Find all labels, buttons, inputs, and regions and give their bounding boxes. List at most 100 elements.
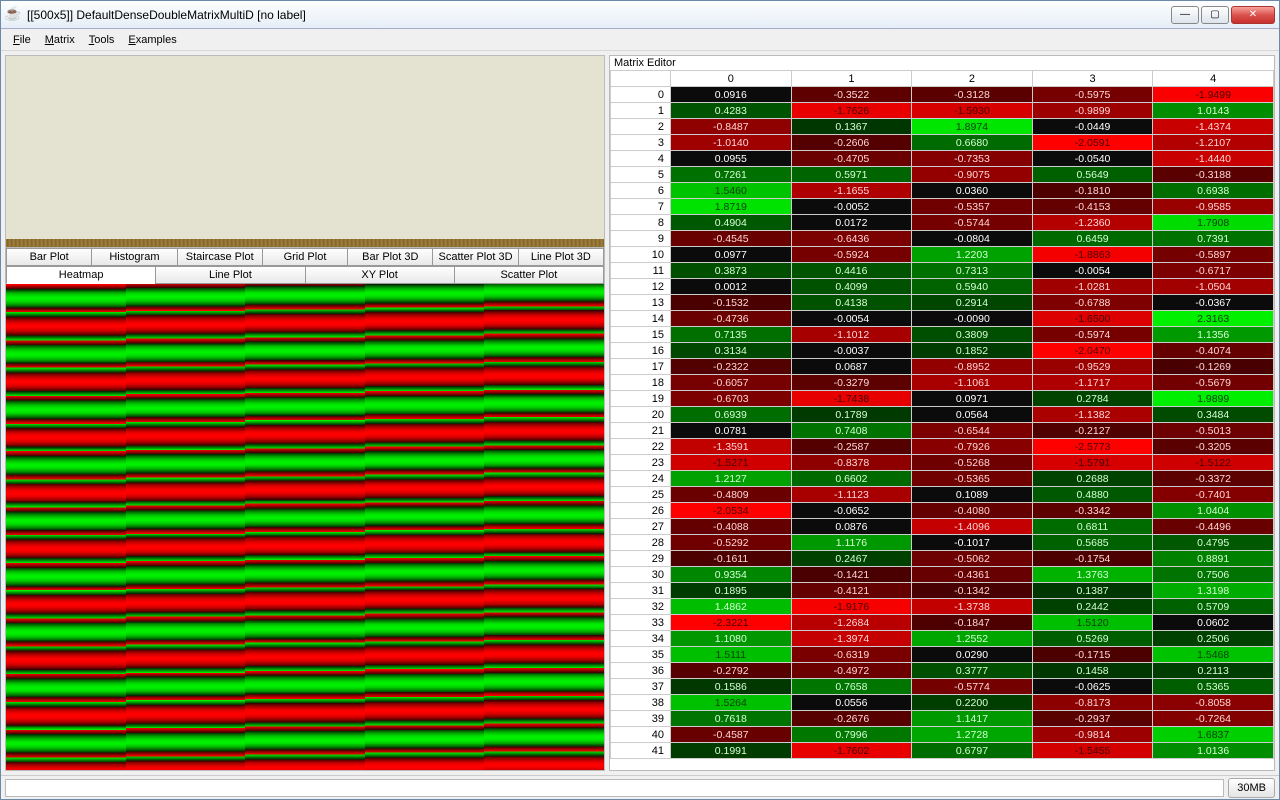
- matrix-cell[interactable]: -0.4496: [1153, 519, 1274, 535]
- matrix-cell[interactable]: 0.0564: [912, 407, 1033, 423]
- matrix-cell[interactable]: 0.3809: [912, 327, 1033, 343]
- tab-scatter-plot-3d[interactable]: Scatter Plot 3D: [432, 248, 517, 266]
- matrix-cell[interactable]: 1.2203: [912, 247, 1033, 263]
- matrix-cell[interactable]: 0.0360: [912, 183, 1033, 199]
- matrix-cell[interactable]: -0.5365: [912, 471, 1033, 487]
- matrix-cell[interactable]: 1.5468: [1153, 647, 1274, 663]
- matrix-cell[interactable]: -0.2322: [671, 359, 792, 375]
- matrix-cell[interactable]: 0.5709: [1153, 599, 1274, 615]
- matrix-cell[interactable]: -0.0652: [791, 503, 912, 519]
- matrix-cell[interactable]: 0.3134: [671, 343, 792, 359]
- matrix-table-scroll[interactable]: 0123400.0916-0.3522-0.3128-0.5975-1.9499…: [610, 70, 1274, 770]
- matrix-cell[interactable]: -0.8378: [791, 455, 912, 471]
- matrix-cell[interactable]: -0.4121: [791, 583, 912, 599]
- matrix-cell[interactable]: 1.5111: [671, 647, 792, 663]
- matrix-cell[interactable]: 0.5649: [1032, 167, 1153, 183]
- matrix-cell[interactable]: 1.5460: [671, 183, 792, 199]
- row-header[interactable]: 25: [611, 487, 671, 503]
- matrix-cell[interactable]: -0.3128: [912, 87, 1033, 103]
- matrix-cell[interactable]: 0.6602: [791, 471, 912, 487]
- matrix-cell[interactable]: 0.7391: [1153, 231, 1274, 247]
- matrix-cell[interactable]: 0.1895: [671, 583, 792, 599]
- matrix-cell[interactable]: -0.5013: [1153, 423, 1274, 439]
- matrix-cell[interactable]: 0.5685: [1032, 535, 1153, 551]
- matrix-cell[interactable]: -0.0054: [1032, 263, 1153, 279]
- matrix-cell[interactable]: -1.0140: [671, 135, 792, 151]
- matrix-cell[interactable]: -0.9075: [912, 167, 1033, 183]
- matrix-cell[interactable]: -1.1382: [1032, 407, 1153, 423]
- matrix-cell[interactable]: -0.1847: [912, 615, 1033, 631]
- tab-histogram[interactable]: Histogram: [91, 248, 176, 266]
- row-header[interactable]: 31: [611, 583, 671, 599]
- matrix-cell[interactable]: -0.3205: [1153, 439, 1274, 455]
- tab-bar-plot-3d[interactable]: Bar Plot 3D: [347, 248, 432, 266]
- row-header[interactable]: 10: [611, 247, 671, 263]
- row-header[interactable]: 8: [611, 215, 671, 231]
- matrix-cell[interactable]: 0.1458: [1032, 663, 1153, 679]
- matrix-cell[interactable]: -1.7626: [791, 103, 912, 119]
- matrix-cell[interactable]: 0.5971: [791, 167, 912, 183]
- matrix-cell[interactable]: -0.5774: [912, 679, 1033, 695]
- matrix-cell[interactable]: -0.4587: [671, 727, 792, 743]
- matrix-cell[interactable]: 0.0556: [791, 695, 912, 711]
- matrix-cell[interactable]: 0.7261: [671, 167, 792, 183]
- matrix-cell[interactable]: -1.6500: [1032, 311, 1153, 327]
- matrix-cell[interactable]: -0.5357: [912, 199, 1033, 215]
- close-button[interactable]: ✕: [1231, 6, 1275, 24]
- matrix-cell[interactable]: 0.2467: [791, 551, 912, 567]
- col-header[interactable]: 1: [791, 71, 912, 87]
- menu-examples[interactable]: Examples: [122, 32, 182, 48]
- matrix-cell[interactable]: -0.2937: [1032, 711, 1153, 727]
- matrix-cell[interactable]: -0.3188: [1153, 167, 1274, 183]
- matrix-cell[interactable]: -0.4705: [791, 151, 912, 167]
- matrix-cell[interactable]: -1.5271: [671, 455, 792, 471]
- maximize-button[interactable]: ▢: [1201, 6, 1229, 24]
- tab-bar-plot[interactable]: Bar Plot: [6, 248, 91, 266]
- tab-heatmap[interactable]: Heatmap: [6, 266, 155, 284]
- matrix-cell[interactable]: -0.0367: [1153, 295, 1274, 311]
- matrix-cell[interactable]: 1.7908: [1153, 215, 1274, 231]
- matrix-cell[interactable]: -1.9176: [791, 599, 912, 615]
- matrix-cell[interactable]: 1.3198: [1153, 583, 1274, 599]
- matrix-cell[interactable]: 0.6811: [1032, 519, 1153, 535]
- matrix-cell[interactable]: 1.1356: [1153, 327, 1274, 343]
- matrix-cell[interactable]: 0.2506: [1153, 631, 1274, 647]
- matrix-cell[interactable]: 0.1367: [791, 119, 912, 135]
- matrix-cell[interactable]: 0.0687: [791, 359, 912, 375]
- matrix-cell[interactable]: 0.7313: [912, 263, 1033, 279]
- matrix-cell[interactable]: 1.1176: [791, 535, 912, 551]
- tab-xy-plot[interactable]: XY Plot: [305, 266, 454, 284]
- matrix-cell[interactable]: 0.3484: [1153, 407, 1274, 423]
- row-header[interactable]: 38: [611, 695, 671, 711]
- col-header[interactable]: 0: [671, 71, 792, 87]
- matrix-cell[interactable]: -1.2107: [1153, 135, 1274, 151]
- row-header[interactable]: 32: [611, 599, 671, 615]
- matrix-cell[interactable]: -1.4096: [912, 519, 1033, 535]
- col-header[interactable]: 4: [1153, 71, 1274, 87]
- matrix-cell[interactable]: 0.5940: [912, 279, 1033, 295]
- matrix-cell[interactable]: -0.0804: [912, 231, 1033, 247]
- matrix-cell[interactable]: -0.0449: [1032, 119, 1153, 135]
- matrix-cell[interactable]: -0.4809: [671, 487, 792, 503]
- matrix-cell[interactable]: -0.3372: [1153, 471, 1274, 487]
- matrix-cell[interactable]: -0.1810: [1032, 183, 1153, 199]
- matrix-cell[interactable]: 0.7408: [791, 423, 912, 439]
- matrix-cell[interactable]: 1.1417: [912, 711, 1033, 727]
- heatmap-view[interactable]: [6, 284, 604, 770]
- matrix-cell[interactable]: -0.2587: [791, 439, 912, 455]
- matrix-cell[interactable]: -0.1421: [791, 567, 912, 583]
- matrix-cell[interactable]: 0.8891: [1153, 551, 1274, 567]
- matrix-cell[interactable]: -1.1123: [791, 487, 912, 503]
- matrix-cell[interactable]: -0.3279: [791, 375, 912, 391]
- matrix-cell[interactable]: 0.7618: [671, 711, 792, 727]
- matrix-cell[interactable]: 1.5264: [671, 695, 792, 711]
- matrix-cell[interactable]: -0.0625: [1032, 679, 1153, 695]
- matrix-cell[interactable]: -1.2684: [791, 615, 912, 631]
- matrix-cell[interactable]: 2.3163: [1153, 311, 1274, 327]
- matrix-cell[interactable]: 0.0602: [1153, 615, 1274, 631]
- matrix-cell[interactable]: 0.1586: [671, 679, 792, 695]
- tab-line-plot-3d[interactable]: Line Plot 3D: [518, 248, 604, 266]
- matrix-cell[interactable]: -2.0470: [1032, 343, 1153, 359]
- minimize-button[interactable]: —: [1171, 6, 1199, 24]
- matrix-cell[interactable]: 0.2113: [1153, 663, 1274, 679]
